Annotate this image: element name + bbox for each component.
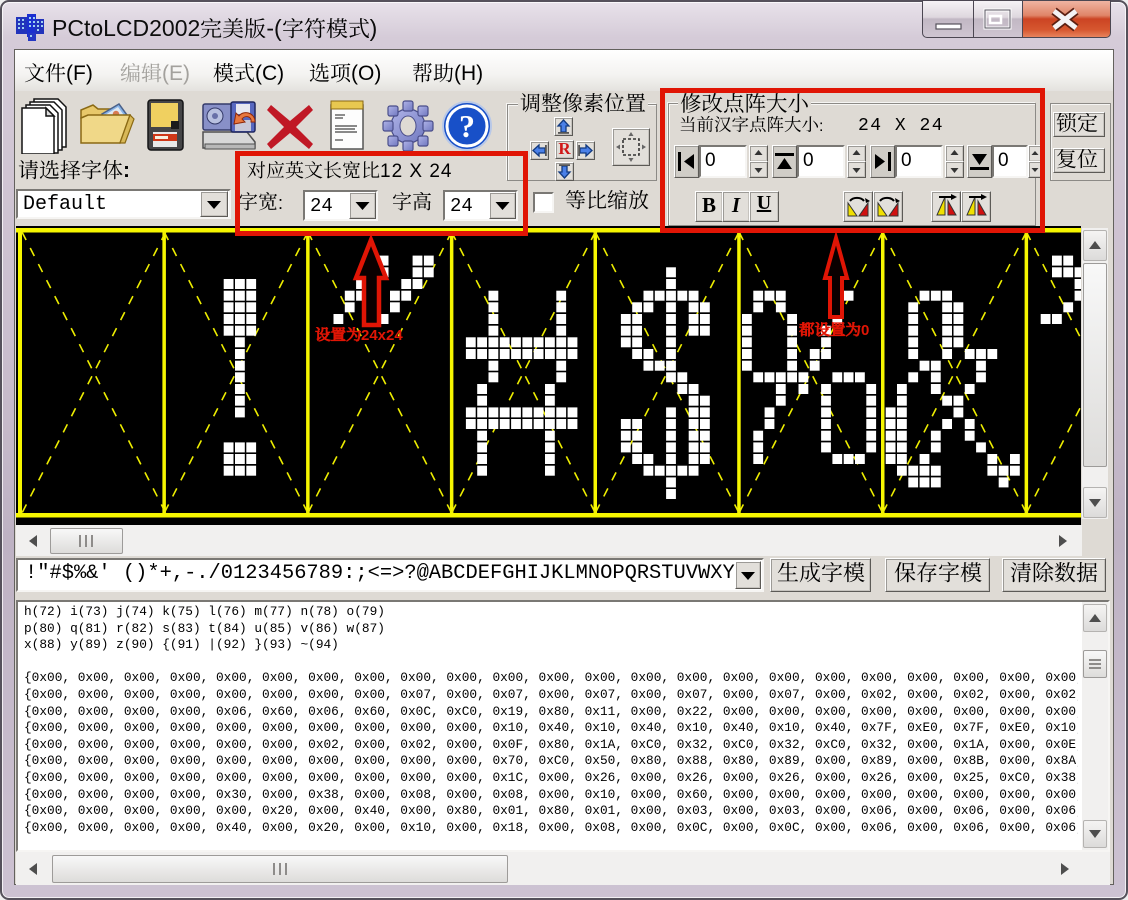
svg-text:?: ? xyxy=(459,108,475,144)
